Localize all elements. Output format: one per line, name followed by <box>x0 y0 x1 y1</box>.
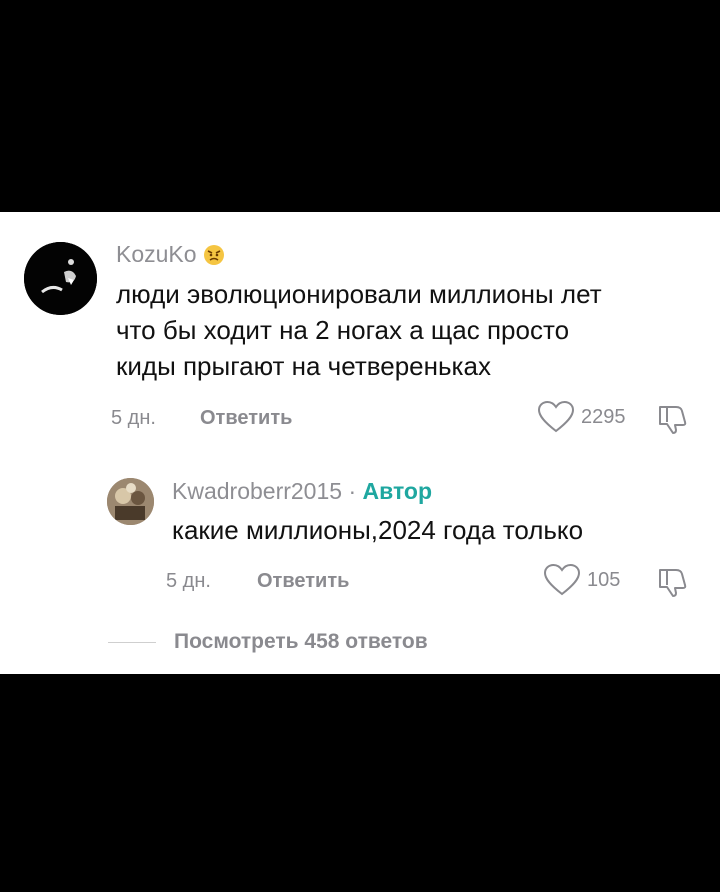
like-button[interactable]: 2295 <box>537 400 626 434</box>
username-text[interactable]: KozuKo <box>116 241 197 267</box>
comment-line: что бы ходит на 2 ногах а щас просто <box>116 315 570 345</box>
avatar-image <box>107 478 154 525</box>
view-replies-label: Посмотреть 458 ответов <box>174 630 428 653</box>
reply-avatar[interactable] <box>107 478 154 525</box>
like-count: 2295 <box>581 405 626 428</box>
angry-face-icon <box>203 245 224 265</box>
view-replies-button[interactable]: Посмотреть 458 ответов <box>108 630 428 654</box>
user-avatar[interactable] <box>24 242 97 315</box>
comment-line: киды прыгают на четвереньках <box>116 351 491 381</box>
author-badge: Автор <box>362 478 433 504</box>
comment-username[interactable]: KozuKo <box>116 241 225 268</box>
reply-button[interactable]: Ответить <box>200 407 292 430</box>
comment-line: люди эволюционировали миллионы лет <box>116 279 602 309</box>
avatar-image <box>24 242 97 315</box>
reply-button[interactable]: Ответить <box>257 570 349 593</box>
dislike-button[interactable] <box>656 564 690 603</box>
reply-text: какие миллионы,2024 года только <box>172 515 584 545</box>
divider-line <box>108 641 156 643</box>
heart-icon <box>537 400 575 433</box>
thumbs-down-icon <box>659 406 687 434</box>
username-text[interactable]: Kwadroberr2015 <box>172 478 342 504</box>
comment-text: люди эволюционировали миллионы лет что б… <box>116 276 602 384</box>
like-button[interactable]: 105 <box>543 563 620 597</box>
comment-age: 5 дн. <box>111 407 156 429</box>
reply-age: 5 дн. <box>166 570 211 592</box>
reply-username[interactable]: Kwadroberr2015 · Автор <box>172 478 432 505</box>
thumbs-down-icon <box>659 569 687 597</box>
heart-icon <box>543 563 581 596</box>
like-count: 105 <box>587 568 621 591</box>
dislike-button[interactable] <box>656 401 690 440</box>
separator-dot: · <box>348 478 357 504</box>
